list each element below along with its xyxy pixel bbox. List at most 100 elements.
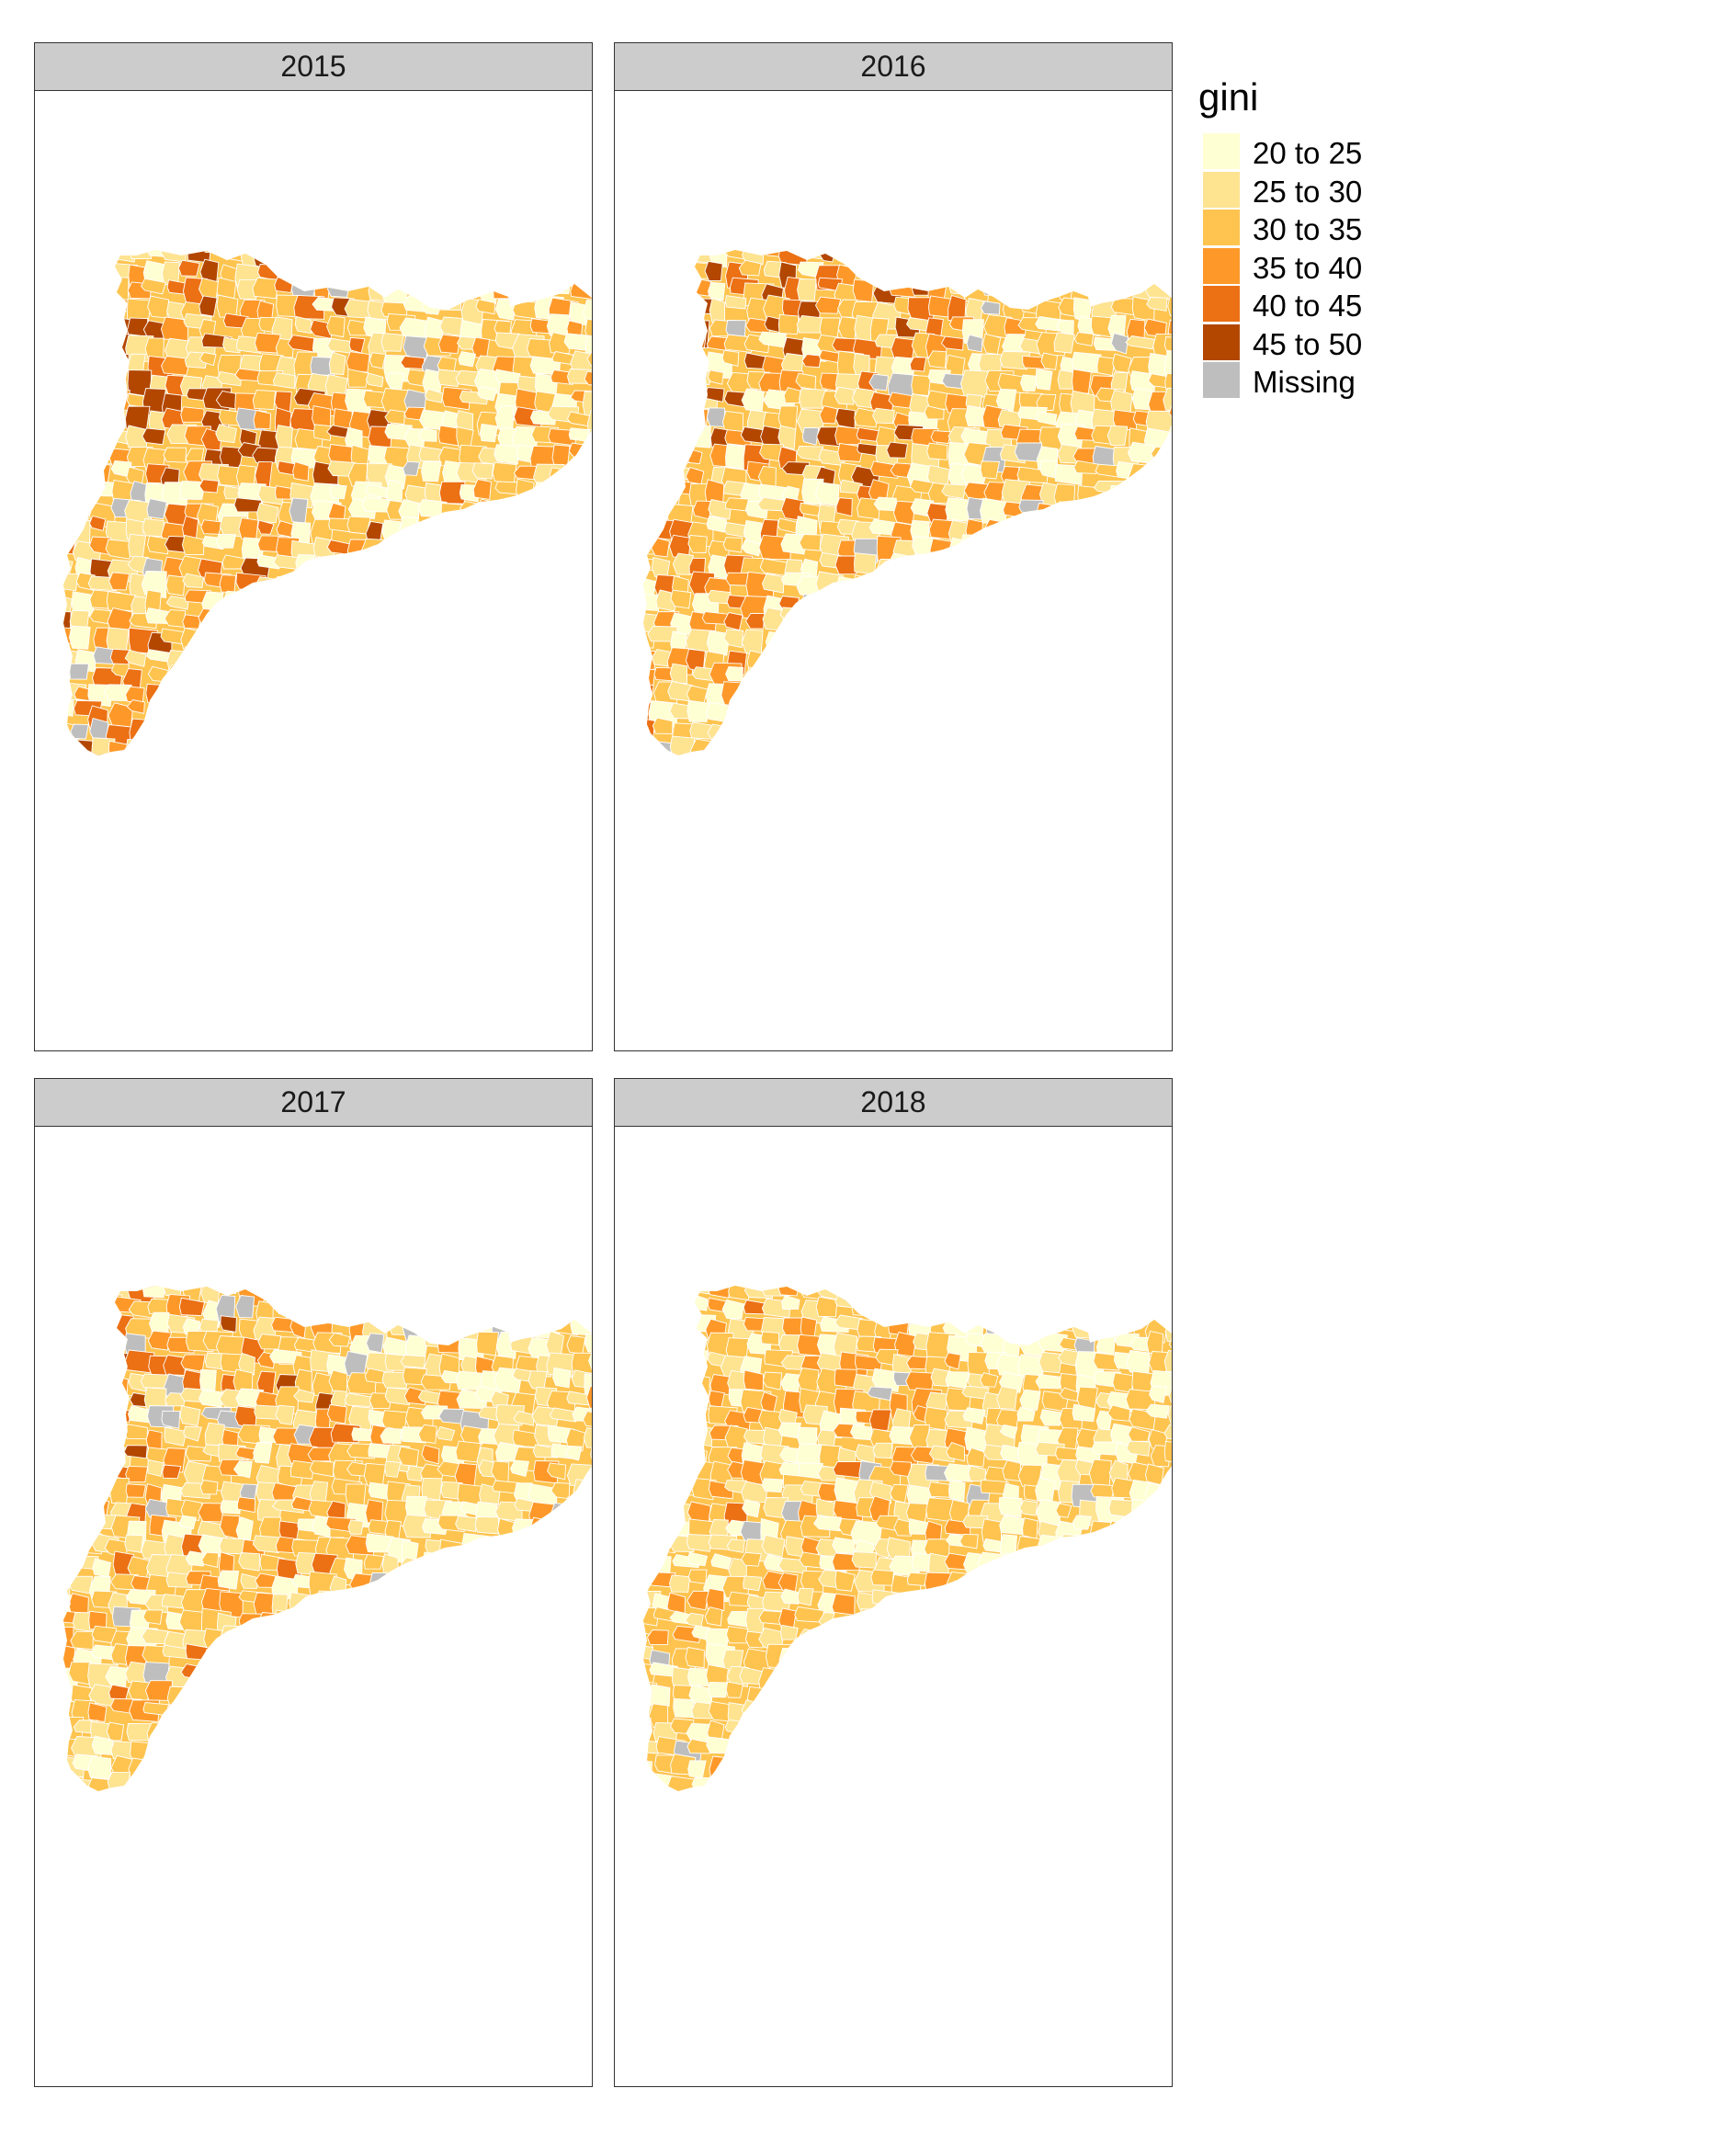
municipality-shape [1090, 1703, 1112, 1725]
municipality-shape [496, 555, 516, 577]
municipality-shape [549, 613, 572, 632]
municipality-shape [1039, 628, 1064, 645]
municipality-shape [366, 1333, 385, 1354]
municipality-shape [906, 630, 933, 659]
municipality-shape [649, 1441, 680, 1467]
municipality-shape [180, 406, 205, 423]
municipality-shape [510, 700, 533, 724]
municipality-shape [912, 1795, 934, 1815]
municipality-shape [1130, 504, 1160, 532]
municipality-shape [1128, 250, 1151, 260]
municipality-shape [1090, 556, 1116, 580]
municipality-shape [742, 685, 770, 713]
municipality-shape [643, 1299, 653, 1325]
municipality-shape [651, 278, 679, 307]
municipality-shape [550, 1502, 580, 1528]
municipality-shape [400, 1557, 422, 1572]
municipality-shape [869, 737, 889, 755]
municipality-shape [1039, 1701, 1067, 1726]
municipality-shape [550, 686, 573, 703]
municipality-shape [802, 1649, 823, 1672]
municipality-shape [999, 1534, 1017, 1563]
legend-title: gini [1198, 75, 1259, 119]
municipality-shape [907, 648, 927, 675]
municipality-shape [569, 519, 592, 543]
municipality-shape [1165, 702, 1172, 730]
municipality-shape [649, 1330, 678, 1351]
municipality-shape [1021, 552, 1050, 572]
municipality-shape [1150, 1684, 1172, 1703]
municipality-shape [550, 1610, 578, 1638]
municipality-shape [276, 1772, 298, 1791]
municipality-shape [494, 1555, 525, 1583]
municipality-shape [928, 1736, 958, 1753]
municipality-shape [1095, 534, 1125, 560]
municipality-shape [278, 1795, 308, 1815]
municipality-shape [928, 1481, 952, 1498]
municipality-shape [346, 571, 366, 594]
municipality-shape [832, 668, 855, 692]
municipality-shape [215, 700, 245, 729]
municipality-shape [686, 320, 710, 349]
municipality-shape [587, 736, 592, 753]
municipality-shape [671, 1386, 701, 1403]
municipality-shape [271, 701, 297, 723]
municipality-shape [1149, 1702, 1172, 1719]
municipality-shape [240, 613, 258, 633]
municipality-shape [182, 1721, 208, 1742]
municipality-shape [108, 572, 130, 591]
municipality-shape [674, 759, 694, 782]
municipality-shape [674, 1355, 697, 1380]
municipality-shape [274, 1666, 295, 1692]
municipality-shape [959, 369, 990, 398]
municipality-shape [854, 1734, 882, 1754]
facet-panel-2018: 2018 [614, 1078, 1173, 2087]
municipality-shape [1095, 522, 1120, 548]
municipality-shape [89, 1497, 110, 1517]
municipality-shape [944, 1739, 967, 1758]
municipality-shape [586, 260, 592, 277]
municipality-shape [981, 1286, 1005, 1294]
municipality-shape [721, 410, 744, 433]
municipality-shape [1113, 1792, 1132, 1819]
municipality-shape [1129, 1758, 1157, 1783]
municipality-shape [905, 1592, 939, 1615]
municipality-shape [1090, 1483, 1116, 1498]
municipality-shape [1038, 276, 1059, 292]
municipality-shape [442, 1664, 470, 1692]
municipality-shape [440, 1753, 460, 1773]
municipality-shape [875, 559, 900, 586]
municipality-shape [291, 1756, 312, 1785]
municipality-shape [532, 705, 557, 733]
municipality-shape [350, 250, 379, 266]
municipality-shape [947, 1680, 971, 1701]
municipality-shape [673, 1697, 694, 1718]
municipality-shape [550, 1537, 571, 1559]
municipality-shape [982, 685, 1002, 703]
municipality-shape [453, 720, 473, 738]
municipality-shape [532, 1719, 550, 1735]
municipality-shape [892, 701, 913, 726]
municipality-shape [643, 446, 658, 470]
municipality-shape [493, 282, 520, 300]
municipality-shape [1149, 1612, 1167, 1635]
municipality-shape [568, 427, 590, 442]
municipality-shape [1038, 1534, 1067, 1556]
municipality-shape [179, 719, 201, 745]
municipality-shape [367, 1593, 398, 1617]
municipality-shape [552, 645, 578, 670]
municipality-shape [647, 1373, 666, 1390]
municipality-shape [651, 1484, 673, 1511]
municipality-shape [588, 1465, 592, 1490]
municipality-shape [440, 702, 467, 729]
municipality-shape [979, 1667, 1003, 1692]
municipality-shape [643, 1537, 664, 1553]
municipality-shape [1059, 1534, 1084, 1562]
municipality-shape [442, 517, 464, 533]
legend-swatch [1203, 171, 1240, 208]
municipality-shape [1129, 1742, 1159, 1760]
municipality-shape [214, 1286, 237, 1295]
municipality-shape [550, 1680, 571, 1708]
municipality-shape [1129, 1649, 1151, 1670]
municipality-shape [650, 357, 676, 372]
